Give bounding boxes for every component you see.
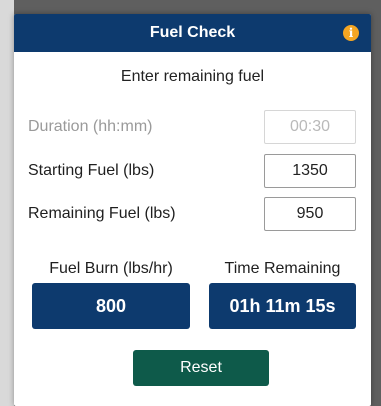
remaining-fuel-field[interactable]: 950 <box>264 197 356 231</box>
reset-button[interactable]: Reset <box>133 350 269 386</box>
info-icon[interactable]: i <box>343 25 359 41</box>
remaining-fuel-label: Remaining Fuel (lbs) <box>28 205 176 222</box>
starting-fuel-label: Starting Fuel (lbs) <box>28 162 155 179</box>
dialog-title: Fuel Check <box>149 24 236 41</box>
starting-fuel-field[interactable]: 1350 <box>264 154 356 188</box>
duration-label: Duration (hh:mm) <box>28 118 153 135</box>
duration-field: 00:30 <box>264 110 356 144</box>
fuel-burn-label: Fuel Burn (lbs/hr) <box>49 260 173 277</box>
fuel-check-dialog: Fuel Check i Enter remaining fuel Durati… <box>14 14 371 406</box>
fuel-burn-value: 800 <box>32 283 190 329</box>
time-remaining-label: Time Remaining <box>224 260 341 277</box>
background-panel-strip <box>0 0 14 406</box>
time-remaining-value: 01h 11m 15s <box>209 283 356 329</box>
dialog-subtitle: Enter remaining fuel <box>120 68 265 85</box>
dialog-titlebar: Fuel Check i <box>14 14 371 52</box>
